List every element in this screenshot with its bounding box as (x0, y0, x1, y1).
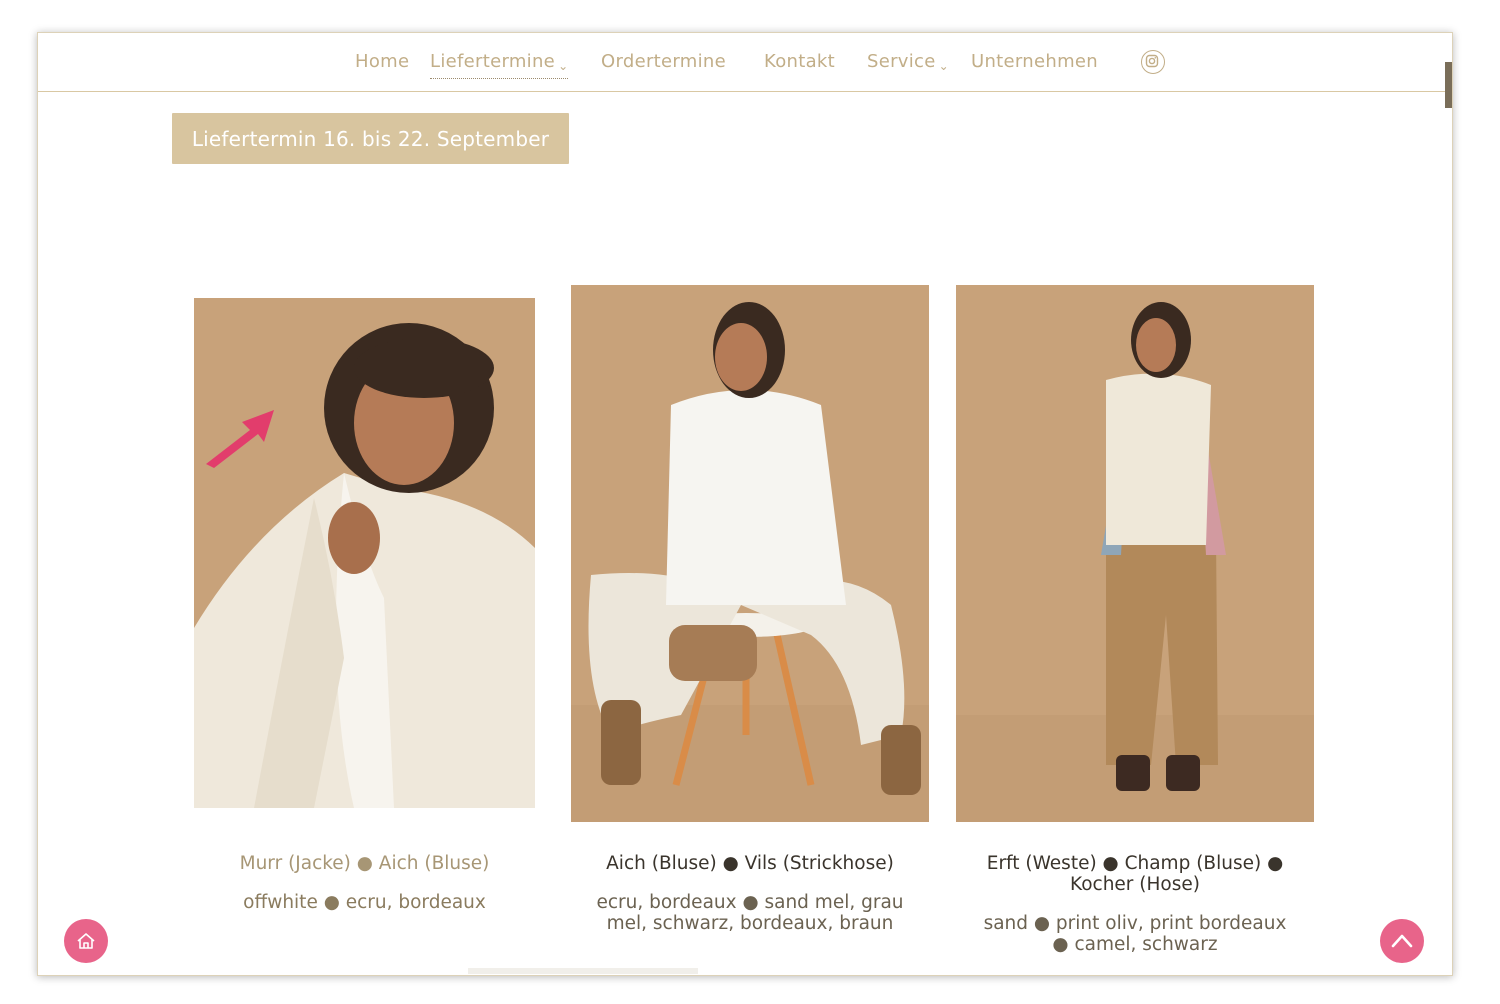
scrollbar-thumb[interactable] (1445, 62, 1452, 108)
divider (468, 968, 698, 974)
arrow-icon (206, 410, 274, 468)
nav-liefertermine-label: Liefertermine (430, 51, 556, 72)
product-caption-1: Murr (Jacke) ● Aich (Bluse) offwhite ● e… (194, 853, 535, 913)
nav-unternehmen[interactable]: Unternehmen (971, 51, 1098, 72)
nav-service-label: Service (867, 51, 936, 72)
product-caption-2: Aich (Bluse) ● Vils (Strickhose) ecru, b… (588, 853, 912, 934)
product-names: Aich (Bluse) ● Vils (Strickhose) (606, 853, 894, 874)
chevron-down-icon: ⌄ (938, 59, 949, 73)
product-colors: offwhite ● ecru, bordeaux (243, 892, 486, 913)
product-photo-aich-vils[interactable] (571, 285, 929, 822)
delivery-date-button[interactable]: Liefertermin 16. bis 22. September (172, 113, 569, 164)
nav-home[interactable]: Home (355, 51, 409, 72)
product-photo-murr-jacke[interactable] (194, 298, 535, 808)
top-navigation: Home Liefertermine ⌄ Ordertermine Kontakt… (38, 33, 1452, 92)
chevron-up-icon (1391, 934, 1413, 948)
product-names: Erft (Weste) ● Champ (Bluse) ● Kocher (H… (986, 853, 1284, 895)
nav-kontakt[interactable]: Kontakt (764, 51, 835, 72)
product-colors: ecru, bordeaux ● sand mel, grau mel, sch… (596, 892, 904, 934)
browser-page: Home Liefertermine ⌄ Ordertermine Kontakt… (37, 32, 1453, 976)
product-colors: sand ● print oliv, print bordeaux ● came… (983, 913, 1287, 955)
scroll-to-top-button[interactable] (1380, 919, 1424, 963)
home-button[interactable] (64, 919, 108, 963)
nav-service[interactable]: Service ⌄ (867, 51, 949, 73)
instagram-icon[interactable] (1141, 50, 1165, 74)
product-caption-3: Erft (Weste) ● Champ (Bluse) ● Kocher (H… (973, 853, 1297, 955)
product-names: Murr (Jacke) ● Aich (Bluse) (239, 853, 490, 874)
nav-ordertermine[interactable]: Ordertermine (601, 51, 726, 72)
product-photo-erft-champ-kocher[interactable] (956, 285, 1314, 822)
nav-liefertermine[interactable]: Liefertermine ⌄ (430, 51, 569, 79)
chevron-down-icon: ⌄ (558, 59, 569, 73)
house-icon (77, 933, 95, 949)
